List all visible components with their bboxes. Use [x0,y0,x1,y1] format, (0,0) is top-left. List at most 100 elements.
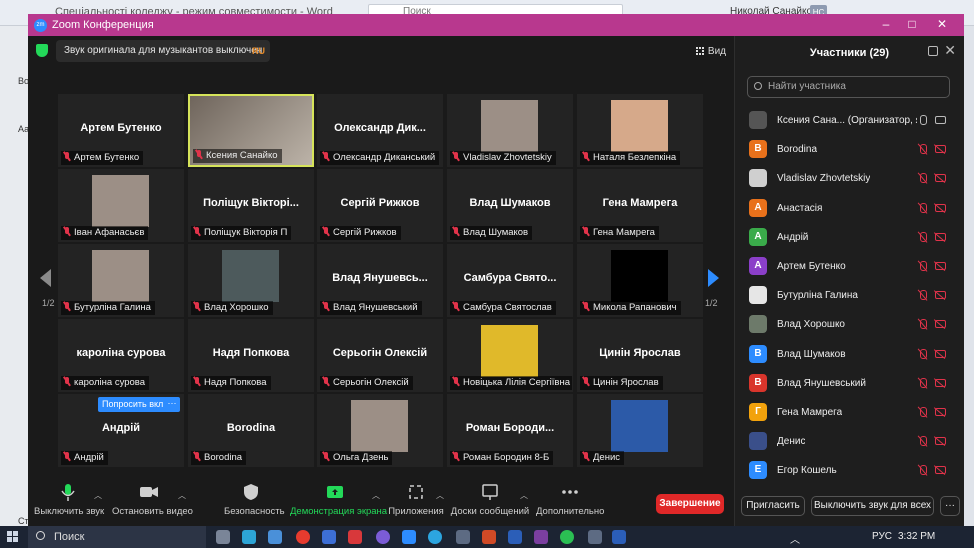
word-icon[interactable] [508,530,522,544]
video-tile[interactable]: Vladislav Zhovtetskiy [447,94,573,167]
windows-start-icon[interactable] [7,531,19,543]
video-tile[interactable]: Артем Бутенко Артем Бутенко [58,94,184,167]
video-tile[interactable]: Влад Шумаков Влад Шумаков [447,169,573,242]
edge-icon[interactable] [242,530,256,544]
muted-microphone-icon[interactable] [918,290,927,301]
video-off-icon[interactable] [935,466,946,475]
viber-icon[interactable] [376,530,390,544]
video-off-icon[interactable] [935,291,946,300]
video-off-icon[interactable] [935,232,946,241]
invite-button[interactable]: Пригласить [741,496,805,516]
muted-microphone-icon[interactable] [918,231,927,243]
muted-microphone-icon[interactable] [918,319,927,330]
video-off-icon[interactable] [935,407,946,416]
more-button[interactable]: Дополнительно [536,482,604,517]
apps-options-chevron-icon[interactable]: ︿ [436,490,444,501]
video-off-icon[interactable] [935,261,946,270]
view-button[interactable]: Вид [695,46,726,57]
encryption-shield-icon[interactable] [36,44,48,57]
participant-row[interactable]: А Артем Бутенко [735,252,965,281]
video-tile[interactable]: Іван Афанасьєв [58,169,184,242]
app-icon[interactable] [268,530,282,544]
video-tile[interactable]: Денис [577,394,703,467]
video-off-icon[interactable] [935,320,946,329]
video-tile[interactable]: Роман Бороди... Роман Бородин 8-Б [447,394,573,467]
video-tile[interactable]: Гена Мамрега Гена Мамрега [577,169,703,242]
clock-time[interactable]: 3:32 PM [898,531,935,542]
minimize-button[interactable]: – [874,17,898,33]
video-tile[interactable]: Микола Рапанович [577,244,703,317]
share-screen-button[interactable]: Демонстрация экрана [290,482,387,517]
onenote-icon[interactable] [534,530,548,544]
participant-row[interactable]: Vladislav Zhovtetskiy [735,164,965,193]
video-tile[interactable]: Олександр Дик... Олександр Диканський [317,94,443,167]
maximize-button[interactable]: □ [900,17,924,33]
tile-more-button[interactable]: ··· [164,397,180,412]
mute-button[interactable]: Выключить звук [34,482,104,517]
video-tile[interactable]: Новіцька Лілія Сергіївна [447,319,573,392]
video-tile[interactable]: Ольга Дзень [317,394,443,467]
keyboard-language[interactable]: РУС [872,531,892,542]
participant-row[interactable]: Е Егор Кошель [735,456,965,485]
previous-page-arrow-icon[interactable] [40,269,51,287]
participant-row[interactable]: Бутурліна Галина [735,281,965,310]
video-tile[interactable]: Поліщук Вікторі... Поліщук Вікторія П [188,169,314,242]
microphone-icon[interactable] [918,115,927,126]
share-options-chevron-icon[interactable]: ︿ [372,490,380,501]
participant-row[interactable]: А Анастасія [735,194,965,223]
participant-row[interactable]: Денис [735,427,965,456]
participant-search-input[interactable]: Найти участника [747,76,950,98]
video-tile[interactable]: Серьогін Олексій Серьогін Олексій [317,319,443,392]
language-indicator[interactable]: RU [252,46,265,56]
participant-row[interactable]: А Андрій [735,223,965,252]
video-tile[interactable]: Цинін Ярослав Цинін Ярослав [577,319,703,392]
muted-microphone-icon[interactable] [918,436,927,447]
whatsapp-icon[interactable] [560,530,574,544]
next-page-arrow-icon[interactable] [708,269,719,287]
opera-icon[interactable] [296,530,310,544]
video-off-icon[interactable] [935,437,946,446]
muted-microphone-icon[interactable] [918,348,927,360]
close-panel-icon[interactable]: ✕ [944,42,956,59]
telegram-icon[interactable] [428,530,442,544]
panel-more-button[interactable]: ··· [940,496,960,516]
muted-microphone-icon[interactable] [918,173,927,184]
participant-row[interactable]: B Borodina [735,135,965,164]
video-tile[interactable]: Borodina Borodina [188,394,314,467]
audio-options-chevron-icon[interactable]: ︿ [94,490,102,501]
participant-row[interactable]: В Влад Шумаков [735,340,965,369]
video-tile[interactable]: Самбура Свято... Самбура Святослав [447,244,573,317]
app-icon[interactable] [322,530,336,544]
video-tile[interactable]: Бутурліна Галина [58,244,184,317]
muted-microphone-icon[interactable] [918,144,927,155]
video-tile[interactable]: кароліна сурова кароліна сурова [58,319,184,392]
video-tile[interactable]: Надя Попкова Надя Попкова [188,319,314,392]
muted-microphone-icon[interactable] [918,465,927,476]
video-tile[interactable]: Ксения Санайко [188,94,314,167]
muted-microphone-icon[interactable] [918,377,927,389]
participant-row[interactable]: Г Гена Мамрега [735,398,965,427]
mute-all-button[interactable]: Выключить звук для всех [811,496,934,516]
close-button[interactable]: ✕ [930,17,954,33]
whiteboard-options-chevron-icon[interactable]: ︿ [520,490,528,501]
popout-icon[interactable] [928,46,938,56]
taskbar-search[interactable]: Поиск [28,526,206,548]
participant-row[interactable]: В Влад Янушевський [735,369,965,398]
video-tile[interactable]: Наталя Безлепкіна [577,94,703,167]
muted-microphone-icon[interactable] [918,406,927,418]
stop-video-button[interactable]: Остановить видео [112,482,193,517]
muted-microphone-icon[interactable] [918,260,927,272]
video-off-icon[interactable] [935,349,946,358]
tray-chevron-icon[interactable]: ︿ [790,531,800,546]
security-button[interactable]: Безопасность [224,482,285,517]
task-view-icon[interactable] [216,530,230,544]
video-tile[interactable]: Влад Янушевсь... Влад Янушевський [317,244,443,317]
video-tile[interactable]: Сергій Рижков Сергій Рижков [317,169,443,242]
whiteboards-button[interactable]: Доски сообщений [450,482,530,517]
video-camera-icon[interactable] [935,116,946,124]
video-off-icon[interactable] [935,378,946,387]
powerpoint-icon[interactable] [482,530,496,544]
muted-microphone-icon[interactable] [918,202,927,214]
app-icon[interactable] [456,530,470,544]
video-off-icon[interactable] [935,203,946,212]
